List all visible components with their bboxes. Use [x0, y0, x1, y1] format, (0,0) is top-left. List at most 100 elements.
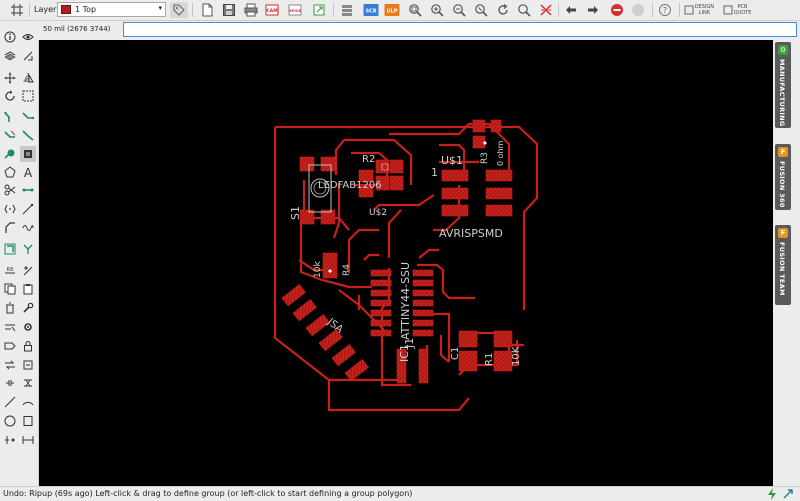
expand-icon[interactable] — [782, 488, 794, 500]
split-part-tool[interactable] — [2, 375, 18, 391]
pad-us1-6 — [485, 204, 513, 217]
pad-r2-a — [375, 159, 390, 174]
fusion-team-icon: F — [778, 228, 788, 238]
ulp-button[interactable]: ULP — [383, 2, 401, 18]
mirror-tool[interactable] — [20, 70, 36, 86]
redo-button[interactable] — [584, 2, 602, 18]
undo-button[interactable] — [562, 2, 580, 18]
svg-text:SCR: SCR — [365, 9, 376, 15]
route-tool[interactable] — [2, 109, 18, 125]
info-tool[interactable] — [2, 29, 18, 45]
split-tool[interactable] — [2, 182, 18, 198]
label-r4: R4 — [342, 264, 352, 276]
ripup-tool[interactable] — [2, 127, 18, 143]
arc-tool[interactable] — [20, 394, 36, 410]
delete-tool[interactable] — [2, 300, 18, 316]
pad-s1-2 — [320, 156, 336, 172]
layer-settings-button[interactable] — [170, 2, 188, 18]
route-multi-tool[interactable] — [20, 109, 36, 125]
slice-tool[interactable] — [20, 127, 36, 143]
label-attiny44: ATTINY44-SSU — [399, 262, 412, 340]
text-tool[interactable]: A — [20, 164, 36, 180]
pad-ic-5 — [370, 309, 392, 317]
move-tool[interactable] — [2, 70, 18, 86]
export-button[interactable] — [310, 2, 328, 18]
go-icon — [632, 4, 644, 16]
zoom-fit-button[interactable] — [406, 2, 424, 18]
grid-button[interactable] — [8, 2, 26, 18]
pcb-quote-button[interactable]: PCB QUOTE — [722, 2, 752, 18]
autorouter-tool[interactable] — [2, 241, 18, 257]
zoom-out-button[interactable] — [450, 2, 468, 18]
zoom-fit-icon — [409, 4, 422, 17]
label-icon — [4, 342, 16, 350]
pcb-canvas[interactable]: R2 U$1 1 R3 0 ohm LEDFAB1206 U$2 S1 AVRI… — [39, 40, 773, 486]
show-tool[interactable] — [20, 29, 36, 45]
zoom-select-button[interactable] — [472, 2, 490, 18]
redraw-button[interactable] — [494, 2, 512, 18]
pinswap-tool[interactable] — [20, 375, 36, 391]
pcb-connector-pads — [281, 284, 369, 382]
help-button[interactable]: ? — [656, 2, 674, 18]
optimize-tool[interactable] — [2, 201, 18, 217]
attribute-tool[interactable] — [20, 262, 36, 278]
ratsnest-button[interactable] — [537, 2, 555, 18]
meander-tool[interactable] — [2, 146, 18, 162]
zoom-in-button[interactable] — [428, 2, 446, 18]
value-tool[interactable] — [20, 319, 36, 335]
wire-tool[interactable] — [20, 182, 36, 198]
save-button[interactable] — [220, 2, 238, 18]
change-tool[interactable] — [2, 357, 18, 373]
fanout-tool[interactable] — [20, 241, 36, 257]
pad-r2-c — [389, 159, 404, 174]
via-tool[interactable] — [20, 146, 36, 162]
draw-line-tool[interactable] — [20, 201, 36, 217]
mark-tool[interactable] — [20, 48, 36, 64]
tab-fusion-360[interactable]: F FUSION 360 — [775, 144, 791, 210]
tab-manufacturing[interactable]: ⚙ MANUFACTURING — [775, 42, 791, 128]
layer-select[interactable]: 1 Top ▾ — [57, 2, 166, 17]
name-tool[interactable] — [2, 319, 18, 335]
new-file-button[interactable] — [198, 2, 216, 18]
display-tool[interactable] — [2, 48, 18, 64]
lightning-icon[interactable] — [766, 488, 778, 500]
line-draw-tool[interactable] — [2, 394, 18, 410]
rectangle-tool[interactable] — [20, 413, 36, 429]
go-button[interactable] — [629, 2, 647, 18]
ratsnest-tool[interactable]: R8 — [2, 262, 18, 278]
tab-fusion-team[interactable]: F FUSION TEAM — [775, 225, 791, 305]
label-10k: 10k — [313, 261, 323, 278]
copy-tool[interactable] — [2, 281, 18, 297]
hole-tool[interactable] — [2, 432, 18, 448]
design-link-button[interactable]: DESIGN LINK — [684, 2, 714, 18]
zoom-select-icon — [475, 4, 488, 17]
label-ic1: IC1 — [398, 344, 411, 362]
meander-icon — [4, 149, 15, 159]
label-us1: U$1 — [441, 154, 463, 167]
fusion-icon: F — [778, 147, 788, 157]
arc-icon — [22, 401, 34, 406]
pad-r1-b — [493, 350, 513, 372]
command-input[interactable] — [123, 22, 797, 37]
stop-button[interactable] — [608, 2, 626, 18]
spice-button[interactable]: SPICE — [286, 2, 304, 18]
rotate-tool[interactable] — [2, 88, 18, 104]
zoom-last-button[interactable] — [515, 2, 533, 18]
print-button[interactable] — [242, 2, 260, 18]
lock-tool[interactable] — [20, 338, 36, 354]
smash-tool[interactable] — [20, 300, 36, 316]
replace-tool[interactable] — [20, 357, 36, 373]
miter-tool[interactable] — [2, 220, 18, 236]
ratsnest-small-icon: R8 — [5, 267, 15, 274]
cam-button[interactable]: CAM — [263, 2, 281, 18]
dimension-tool[interactable] — [20, 432, 36, 448]
polygon-tool[interactable] — [2, 164, 18, 180]
info-icon — [4, 31, 16, 43]
script-button[interactable]: SCR — [362, 2, 380, 18]
meander-wave-tool[interactable] — [20, 220, 36, 236]
group-tool[interactable] — [20, 88, 36, 104]
paste-tool[interactable] — [20, 281, 36, 297]
layer-stack-button[interactable] — [338, 2, 356, 18]
circle-tool[interactable] — [2, 413, 18, 429]
label-tool[interactable] — [2, 338, 18, 354]
